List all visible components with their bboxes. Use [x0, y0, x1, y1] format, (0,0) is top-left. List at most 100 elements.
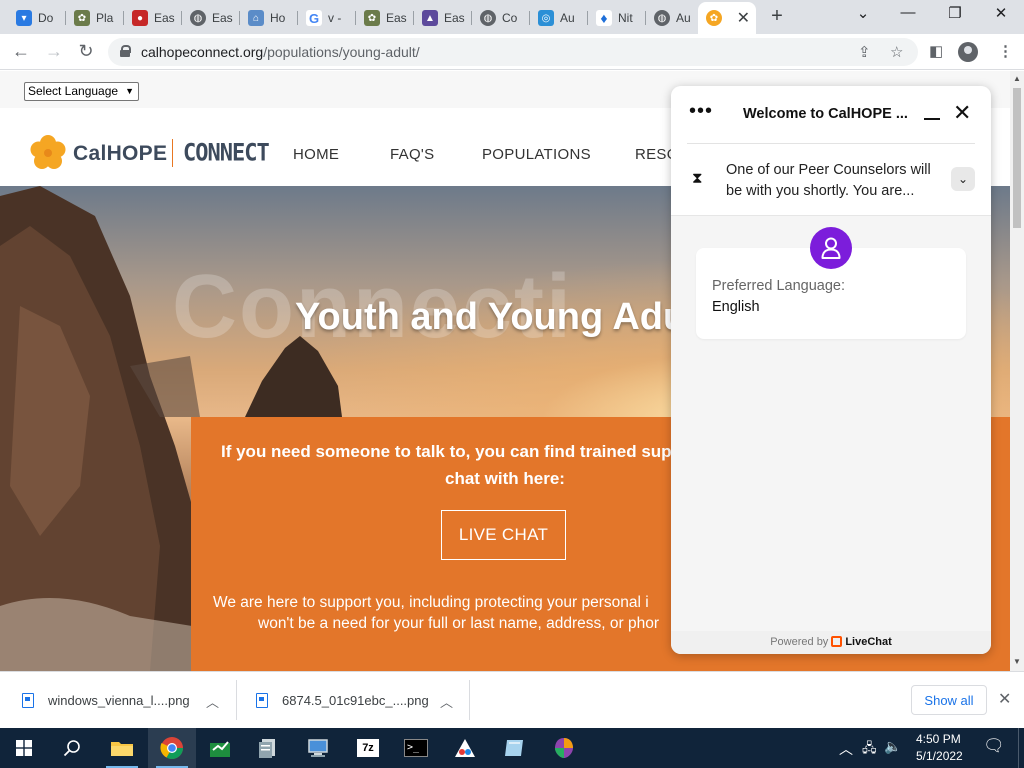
browser-tab[interactable]: ◍ Eas: [182, 4, 240, 32]
show-all-downloads-button[interactable]: Show all: [911, 685, 987, 715]
minimize-chat-icon[interactable]: [924, 118, 940, 120]
download-separator: [469, 680, 470, 720]
download-filename: windows_vienna_l....png: [48, 693, 190, 708]
browser-tab[interactable]: ◎ Au: [530, 4, 588, 32]
tab-label: v -: [328, 11, 342, 25]
chevron-up-icon[interactable]: ︿: [440, 692, 453, 711]
close-chat-icon[interactable]: ✕: [953, 102, 971, 124]
user-icon: [821, 237, 841, 259]
download-filename: 6874.5_01c91ebc_....png: [282, 693, 429, 708]
documents-app-icon[interactable]: [244, 728, 292, 768]
browser-tab[interactable]: ▲ Eas: [414, 4, 472, 32]
page-scrollbar[interactable]: ▲ ▼: [1010, 71, 1024, 671]
terminal-icon[interactable]: >_: [392, 728, 440, 768]
browser-tab[interactable]: ◍ Au: [646, 4, 698, 32]
reload-icon[interactable]: ↻: [75, 41, 97, 62]
scroll-down-arrow-icon[interactable]: ▼: [1013, 657, 1021, 666]
live-chat-button[interactable]: LIVE CHAT: [441, 510, 566, 560]
forward-arrow-icon[interactable]: →: [43, 41, 65, 62]
address-bar[interactable]: calhopeconnect.org/populations/young-adu…: [108, 38, 918, 66]
tab-label: Nit: [618, 11, 633, 25]
tab-favicon-icon: ▲: [422, 10, 438, 26]
new-tab-button[interactable]: +: [766, 5, 788, 28]
browser-tab[interactable]: ⌂ Ho: [240, 4, 298, 32]
logo-connect-text[interactable]: CONNECT: [183, 140, 270, 168]
clock-date[interactable]: 5/1/2022: [916, 749, 963, 763]
flame-icon: ♦: [596, 10, 612, 26]
close-download-shelf-icon[interactable]: ✕: [998, 689, 1011, 709]
nav-home[interactable]: HOME: [293, 146, 339, 163]
back-arrow-icon[interactable]: ←: [10, 41, 32, 62]
globe-icon: ◍: [654, 10, 670, 26]
livechat-brand-text: LiveChat: [845, 636, 892, 648]
browser-tab[interactable]: ♦ Nit: [588, 4, 646, 32]
tab-label: Eas: [444, 11, 465, 25]
tab-search-chevron-icon[interactable]: ⌄: [848, 4, 878, 22]
7zip-icon[interactable]: 7z: [344, 728, 392, 768]
browser-tab[interactable]: ● Eas: [124, 4, 182, 32]
chrome-icon[interactable]: [148, 728, 196, 768]
tab-favicon-icon: ●: [132, 10, 148, 26]
agent-avatar: [810, 227, 852, 269]
notifications-icon[interactable]: 🗨: [983, 736, 1005, 756]
paint-app-icon[interactable]: [441, 728, 489, 768]
chat-queue-status: One of our Peer Counselors will be with …: [726, 162, 931, 199]
show-hidden-icons-chevron-icon[interactable]: ︿: [839, 739, 853, 759]
nav-faqs[interactable]: FAQ'S: [390, 146, 434, 163]
restore-window-button[interactable]: ❐: [940, 4, 970, 22]
tab-label: Eas: [386, 11, 407, 25]
profile-avatar-icon[interactable]: [958, 42, 978, 62]
chat-footer[interactable]: Powered by LiveChat: [671, 631, 991, 654]
nav-populations[interactable]: POPULATIONS: [482, 146, 591, 163]
browser-tab[interactable]: ▾ Do: [8, 4, 66, 32]
calhope-flower-logo-icon[interactable]: [30, 135, 66, 171]
download-item[interactable]: 6874.5_01c91ebc_....png ︿: [256, 672, 466, 729]
chevron-down-icon: ▼: [125, 86, 134, 96]
browser-tab[interactable]: ✿ Pla: [66, 4, 124, 32]
powered-by-text: Powered by: [770, 636, 829, 648]
lock-icon[interactable]: [120, 45, 131, 57]
bookmark-star-icon[interactable]: ☆: [890, 43, 903, 61]
download-item[interactable]: windows_vienna_l....png ︿: [22, 672, 232, 729]
browser-tab[interactable]: ◍ Co: [472, 4, 530, 32]
chevron-up-icon[interactable]: ︿: [206, 692, 219, 711]
intro-text-line: chat with here:: [445, 469, 565, 488]
close-tab-icon[interactable]: ✕: [737, 8, 750, 28]
volume-icon[interactable]: 🔈: [884, 738, 901, 755]
windows-start-icon[interactable]: [0, 728, 48, 768]
chat-options-dots-icon[interactable]: •••: [689, 100, 713, 123]
sheets-app-icon[interactable]: [196, 728, 244, 768]
minimize-window-button[interactable]: —: [893, 4, 923, 21]
notes-app-icon[interactable]: [490, 728, 538, 768]
side-panel-icon[interactable]: ◧: [929, 42, 943, 60]
computer-app-icon[interactable]: [294, 728, 342, 768]
file-explorer-icon[interactable]: [98, 728, 146, 768]
share-icon[interactable]: ⇪: [858, 43, 871, 61]
browser-tab[interactable]: G v -: [298, 4, 356, 32]
chat-header: ••• Welcome to CalHOPE ... ✕ ⧗ One of ou…: [671, 86, 991, 216]
menu-kebab-icon[interactable]: ⋮: [998, 42, 1013, 60]
expand-status-chevron-icon[interactable]: ⌄: [951, 167, 975, 191]
browser-tab[interactable]: ✿ Eas: [356, 4, 414, 32]
network-icon[interactable]: 🖧: [862, 739, 877, 761]
scrollbar-thumb[interactable]: [1013, 88, 1021, 228]
preferred-language-label: Preferred Language:: [712, 278, 846, 294]
browser-tab-active[interactable]: ✿ ✕: [698, 2, 756, 34]
tab-label: Au: [560, 11, 575, 25]
url-text[interactable]: calhopeconnect.org/populations/young-adu…: [141, 44, 420, 60]
clock-time[interactable]: 4:50 PM: [916, 732, 961, 746]
language-select[interactable]: Select Language ▼: [24, 82, 139, 101]
logo-calhope-text[interactable]: CalHOPE: [73, 142, 167, 166]
show-desktop-button[interactable]: [1018, 728, 1024, 768]
url-host: calhopeconnect.org: [141, 44, 264, 60]
google-icon: G: [306, 10, 322, 26]
search-icon[interactable]: [48, 728, 96, 768]
close-window-button[interactable]: ✕: [986, 4, 1016, 22]
calhope-flower-icon: ✿: [706, 10, 722, 26]
color-picker-app-icon[interactable]: [540, 728, 588, 768]
hourglass-icon: ⧗: [692, 170, 703, 187]
support-text-line: We are here to support you, including pr…: [213, 594, 649, 611]
scroll-up-arrow-icon[interactable]: ▲: [1013, 74, 1021, 83]
image-file-icon: [22, 693, 34, 708]
intro-text-line: If you need someone to talk to, you can …: [221, 442, 682, 461]
